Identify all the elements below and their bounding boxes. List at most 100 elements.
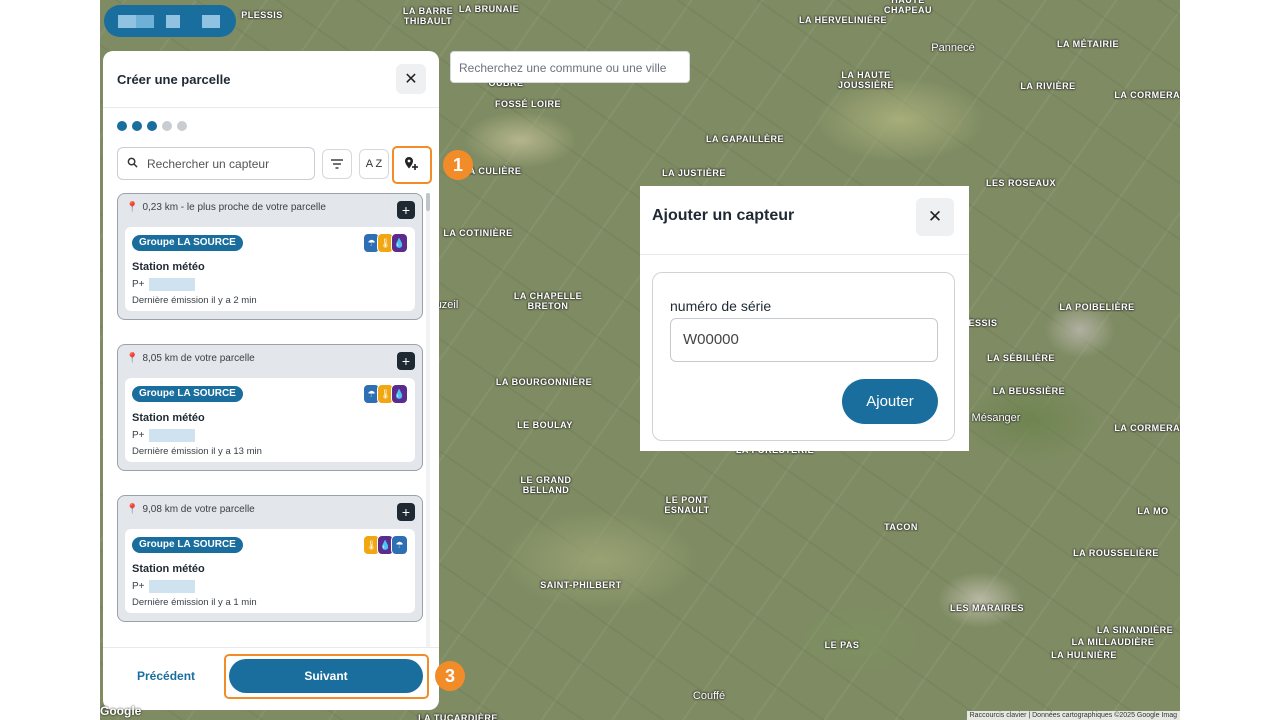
map-place-label: LA HAUTE JOUSSIÈRE bbox=[837, 70, 895, 90]
map-place-label: SAINT-PHILBERT bbox=[540, 580, 622, 590]
map-place-label: LA BEUSSIÈRE bbox=[992, 386, 1066, 396]
rain-icon: ☂ bbox=[391, 535, 408, 555]
map-place-label: Mésanger bbox=[971, 412, 1021, 424]
map-place-label: LA CORMERAIE bbox=[1114, 423, 1180, 433]
map-place-label: LES MARAIRES bbox=[949, 603, 1025, 613]
sensor-list[interactable]: 📍 0,23 km - le plus proche de votre parc… bbox=[117, 191, 423, 643]
map-place-label: Pannecé bbox=[931, 42, 975, 54]
last-emission: Dernière émission il y a 1 min bbox=[132, 597, 257, 608]
station-name: Station météo bbox=[132, 261, 205, 273]
previous-button[interactable]: Précédent bbox=[137, 669, 195, 683]
create-parcel-panel: Créer une parcelle ✕ Rechercher un capte… bbox=[103, 51, 439, 710]
dialog-title: Ajouter un capteur bbox=[652, 207, 795, 224]
map-place-label: PLESSIS bbox=[241, 10, 283, 20]
add-sensor-dialog: Ajouter un capteur ✕ numéro de série W00… bbox=[640, 186, 969, 451]
add-icon[interactable]: + bbox=[397, 201, 415, 219]
sensor-search-input[interactable]: Rechercher un capteur bbox=[117, 147, 315, 180]
serial-number-input[interactable]: W00000 bbox=[670, 318, 938, 362]
app-frame: PLESSIS LA BARRE THIBAULT LA BRUNAIE LA HERV… bbox=[100, 0, 1180, 720]
map-place-label: LA MO bbox=[1137, 506, 1169, 516]
add-button[interactable]: Ajouter bbox=[842, 379, 938, 424]
panel-title: Créer une parcelle bbox=[117, 72, 231, 87]
sensor-card[interactable]: 📍 8,05 km de votre parcelle + Groupe LA … bbox=[117, 344, 423, 471]
add-icon[interactable]: + bbox=[397, 503, 415, 521]
list-scrollbar[interactable] bbox=[426, 193, 430, 648]
divider bbox=[640, 254, 969, 255]
map-place-label: LA MÉTAIRIE bbox=[1057, 39, 1119, 49]
serial-label: numéro de série bbox=[670, 298, 772, 314]
map-place-label: LA POIBELIÈRE bbox=[1059, 302, 1135, 312]
pin-icon: 📍 bbox=[126, 353, 139, 364]
map-place-label: LA SÉBILIÈRE bbox=[987, 353, 1055, 363]
group-badge: Groupe LA SOURCE bbox=[132, 386, 243, 402]
step-dot bbox=[177, 121, 187, 131]
search-icon bbox=[127, 157, 138, 171]
filter-icon[interactable] bbox=[322, 149, 352, 179]
distance-row: 📍 8,05 km de votre parcelle bbox=[126, 353, 255, 364]
map-place-label: LA BOURGONNIÈRE bbox=[495, 377, 593, 387]
add-icon[interactable]: + bbox=[397, 352, 415, 370]
map-place-label: LA RIVIÈRE bbox=[1020, 81, 1076, 91]
station-id: P+ bbox=[132, 429, 195, 442]
distance-text: 8,05 km de votre parcelle bbox=[142, 353, 255, 364]
map-place-label: LES ROSEAUX bbox=[985, 178, 1057, 188]
step-dot bbox=[117, 121, 127, 131]
city-search-input[interactable]: Recherchez une commune ou une ville bbox=[450, 51, 690, 83]
close-icon[interactable]: ✕ bbox=[396, 64, 426, 94]
close-icon[interactable]: ✕ bbox=[916, 198, 954, 236]
highlight-add-sensor bbox=[392, 146, 432, 184]
scrollbar-thumb[interactable] bbox=[426, 193, 430, 211]
sensor-card[interactable]: 📍 0,23 km - le plus proche de votre parc… bbox=[117, 193, 423, 320]
map-place-label: LE PAS bbox=[824, 640, 860, 650]
map-place-label: HAUTE CHAPEAU bbox=[883, 0, 933, 15]
sensor-type-icons: 🌡 💧 ☂ bbox=[363, 535, 408, 555]
map-place-label: LA HERVELINIÈRE bbox=[798, 15, 888, 25]
distance-row: 📍 9,08 km de votre parcelle bbox=[126, 504, 255, 515]
station-name: Station météo bbox=[132, 412, 205, 424]
serial-form: numéro de série W00000 Ajouter bbox=[652, 272, 955, 441]
map-place-label: FOSSÉ LOIRE bbox=[494, 99, 562, 109]
map-place-label: LA SINANDIÈRE bbox=[1096, 625, 1174, 635]
sensor-card-body: Groupe LA SOURCE ☂ 🌡 💧 Station météo P+ … bbox=[125, 227, 415, 311]
map-place-label: LA MILLAUDIÈRE bbox=[1071, 637, 1155, 647]
map-place-label: LA TUCARDIÈRE bbox=[418, 713, 498, 720]
sensor-card[interactable]: 📍 9,08 km de votre parcelle + Groupe LA … bbox=[117, 495, 423, 622]
map-place-label: LE PONT ESNAULT bbox=[664, 495, 710, 515]
map-place-label: TACON bbox=[884, 522, 918, 532]
distance-text: 0,23 km - le plus proche de votre parcel… bbox=[142, 202, 326, 213]
humidity-icon: 💧 bbox=[391, 233, 408, 253]
map-place-label: LA COTINIÈRE bbox=[443, 228, 513, 238]
account-pill[interactable] bbox=[104, 5, 236, 37]
map-place-label: A CULIÈRE bbox=[468, 166, 522, 176]
map-place-label: LA BARRE THIBAULT bbox=[402, 6, 454, 26]
step-indicator bbox=[117, 121, 187, 131]
distance-row: 📍 0,23 km - le plus proche de votre parc… bbox=[126, 202, 326, 213]
pin-icon: 📍 bbox=[126, 202, 139, 213]
search-placeholder: Rechercher un capteur bbox=[147, 156, 270, 171]
map-place-label: LA JUSTIÈRE bbox=[662, 168, 726, 178]
callout-1: 1 bbox=[443, 150, 473, 180]
sensor-type-icons: ☂ 🌡 💧 bbox=[363, 384, 408, 404]
sort-az-button[interactable]: A Z bbox=[359, 149, 389, 179]
last-emission: Dernière émission il y a 2 min bbox=[132, 295, 257, 306]
map-place-label: LA GAPAILLÈRE bbox=[706, 134, 784, 144]
distance-text: 9,08 km de votre parcelle bbox=[142, 504, 255, 515]
map-place-label: LE BOULAY bbox=[517, 420, 573, 430]
sensor-type-icons: ☂ 🌡 💧 bbox=[363, 233, 408, 253]
step-dot bbox=[132, 121, 142, 131]
map-place-label: LE GRAND BELLAND bbox=[520, 475, 572, 495]
map-attribution[interactable]: Raccourcis clavier | Données cartographi… bbox=[966, 711, 1180, 720]
map-place-label: LA ROUSSELIÈRE bbox=[1073, 548, 1159, 558]
map-place-label: LA HULNIÈRE bbox=[1051, 650, 1117, 660]
map-place-label: LA CHAPELLE BRETON bbox=[513, 291, 583, 311]
map-place-label: Couffé bbox=[692, 690, 726, 702]
callout-3: 3 bbox=[435, 661, 465, 691]
sensor-card-body: Groupe LA SOURCE 🌡 💧 ☂ Station météo P+ … bbox=[125, 529, 415, 613]
pin-icon: 📍 bbox=[126, 504, 139, 515]
divider bbox=[103, 647, 439, 648]
station-id: P+ bbox=[132, 580, 195, 593]
highlight-next bbox=[224, 654, 429, 699]
sensor-card-body: Groupe LA SOURCE ☂ 🌡 💧 Station météo P+ … bbox=[125, 378, 415, 462]
step-dot bbox=[162, 121, 172, 131]
google-logo: Google bbox=[100, 704, 142, 718]
